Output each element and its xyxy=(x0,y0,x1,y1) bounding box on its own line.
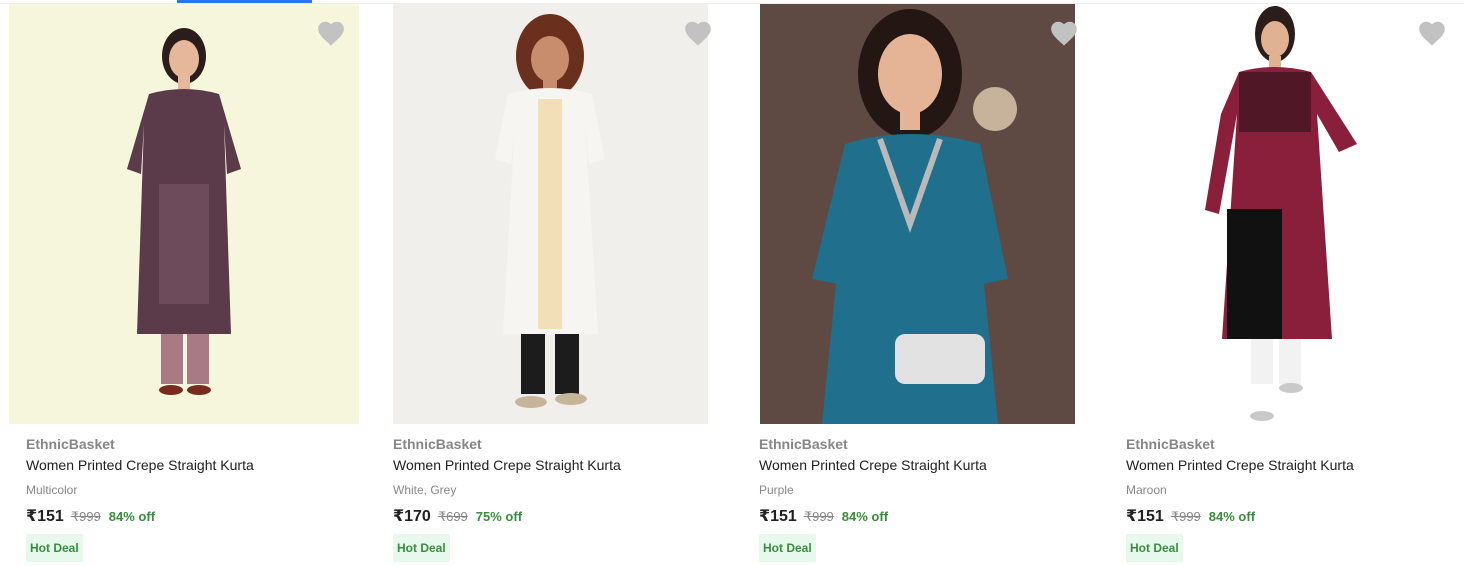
selling-price: ₹151 xyxy=(759,508,797,525)
product-color: Maroon xyxy=(1126,483,1167,497)
hot-deal-badge: Hot Deal xyxy=(759,534,816,562)
product-info: EthnicBasket Women Printed Crepe Straigh… xyxy=(393,436,733,562)
original-price: ₹999 xyxy=(803,509,834,524)
heart-icon[interactable] xyxy=(1417,19,1447,47)
price-row: ₹170 ₹699 75% off xyxy=(393,506,733,526)
selling-price: ₹151 xyxy=(26,508,64,525)
product-card[interactable]: EthnicBasket Women Printed Crepe Straigh… xyxy=(732,4,1098,566)
product-grid: EthnicBasket Women Printed Crepe Straigh… xyxy=(0,0,1464,566)
selling-price: ₹151 xyxy=(1126,508,1164,525)
price-row: ₹151 ₹999 84% off xyxy=(1126,506,1464,526)
original-price: ₹699 xyxy=(437,509,468,524)
product-brand: EthnicBasket xyxy=(393,436,482,452)
product-title[interactable]: Women Printed Crepe Straight Kurta xyxy=(1126,457,1464,474)
product-title[interactable]: Women Printed Crepe Straight Kurta xyxy=(26,457,366,474)
product-brand: EthnicBasket xyxy=(26,436,115,452)
heart-icon[interactable] xyxy=(683,19,713,47)
heart-icon[interactable] xyxy=(1049,19,1079,47)
discount-percent: 84% off xyxy=(1208,509,1256,524)
product-info: EthnicBasket Women Printed Crepe Straigh… xyxy=(1126,436,1464,562)
price-row: ₹151 ₹999 84% off xyxy=(759,506,1099,526)
product-info: EthnicBasket Women Printed Crepe Straigh… xyxy=(759,436,1099,562)
hot-deal-badge: Hot Deal xyxy=(1126,534,1183,562)
product-card[interactable]: EthnicBasket Women Printed Crepe Straigh… xyxy=(366,4,732,566)
discount-percent: 75% off xyxy=(475,509,523,524)
product-color: Purple xyxy=(759,483,794,497)
product-title[interactable]: Women Printed Crepe Straight Kurta xyxy=(393,457,733,474)
discount-percent: 84% off xyxy=(841,509,889,524)
hot-deal-badge: Hot Deal xyxy=(26,534,83,562)
original-price: ₹999 xyxy=(1170,509,1201,524)
hot-deal-badge: Hot Deal xyxy=(393,534,450,562)
product-image[interactable] xyxy=(9,4,359,424)
original-price: ₹999 xyxy=(70,509,101,524)
heart-icon[interactable] xyxy=(316,19,346,47)
price-row: ₹151 ₹999 84% off xyxy=(26,506,366,526)
product-color: White, Grey xyxy=(393,483,457,497)
selling-price: ₹170 xyxy=(393,508,431,525)
product-card[interactable]: EthnicBasket Women Printed Crepe Straigh… xyxy=(0,4,366,566)
product-image[interactable] xyxy=(760,4,1075,424)
discount-percent: 84% off xyxy=(108,509,156,524)
product-brand: EthnicBasket xyxy=(759,436,848,452)
product-image[interactable] xyxy=(1127,4,1442,424)
product-info: EthnicBasket Women Printed Crepe Straigh… xyxy=(26,436,366,562)
product-brand: EthnicBasket xyxy=(1126,436,1215,452)
product-title[interactable]: Women Printed Crepe Straight Kurta xyxy=(759,457,1099,474)
product-color: Multicolor xyxy=(26,483,78,497)
product-image[interactable] xyxy=(393,4,708,424)
product-card[interactable]: EthnicBasket Women Printed Crepe Straigh… xyxy=(1098,4,1464,566)
